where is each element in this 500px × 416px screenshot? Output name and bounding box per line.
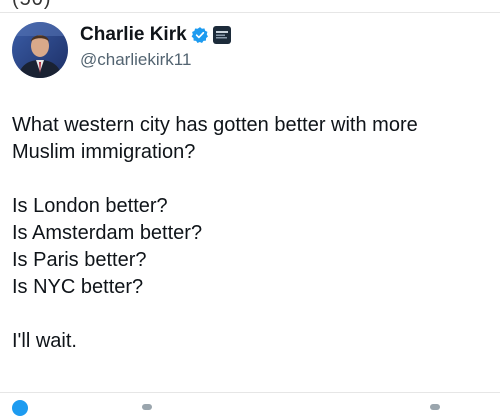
- author-info: Charlie Kirk @charliekirk11: [80, 22, 231, 70]
- avatar[interactable]: [12, 22, 68, 78]
- tweet-line: [12, 301, 488, 328]
- tweet-line: Is Paris better?: [12, 249, 147, 271]
- tweet-line: Muslim immigration?: [12, 141, 196, 163]
- tweet-line: [12, 166, 488, 193]
- display-name[interactable]: Charlie Kirk: [80, 24, 187, 46]
- divider-bottom: [0, 392, 500, 393]
- name-row: Charlie Kirk: [80, 22, 231, 48]
- affiliate-badge-icon[interactable]: [212, 26, 231, 44]
- verified-badge-icon[interactable]: [191, 26, 209, 44]
- profile-photo-icon: [12, 22, 68, 78]
- tweet-line: Is NYC better?: [12, 276, 144, 298]
- next-content-fragment-mark: [142, 404, 152, 410]
- previous-content-fragment: (50): [12, 0, 52, 11]
- tweet-line: I'll wait.: [12, 330, 77, 352]
- user-handle[interactable]: @charliekirk11: [80, 50, 231, 70]
- divider-top: [0, 12, 500, 13]
- next-content-fragment-icon: [12, 400, 28, 416]
- tweet-line: Is Amsterdam better?: [12, 222, 203, 244]
- tweet-line: Is London better?: [12, 195, 168, 217]
- tweet-header: Charlie Kirk @charliekirk11: [12, 22, 231, 78]
- next-content-fragment-mark: [430, 404, 440, 410]
- tweet-line: What western city has gotten better with…: [12, 114, 418, 136]
- tweet-text: What western city has gotten better with…: [12, 112, 488, 355]
